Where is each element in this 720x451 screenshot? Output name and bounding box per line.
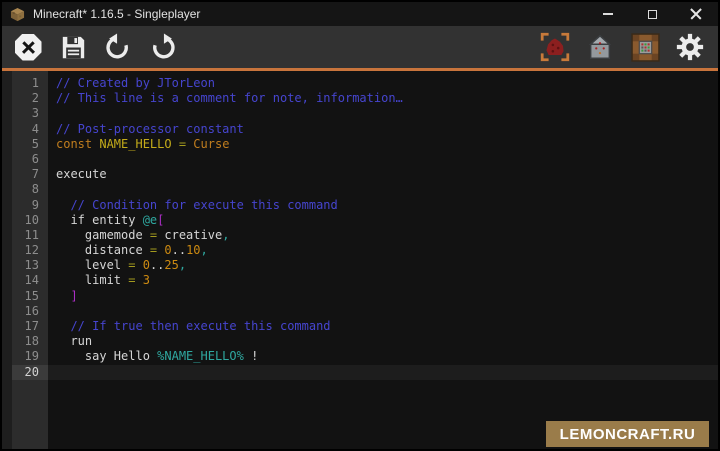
close-button[interactable] [674, 2, 718, 26]
code-lines: 1// Created by JTorLeon2// This line is … [2, 71, 718, 380]
line-number: 9 [2, 198, 48, 213]
code-line-9[interactable]: 9 // Condition for execute this command [2, 198, 718, 213]
code-line-14[interactable]: 14 limit = 3 [2, 273, 718, 288]
code-text [48, 106, 718, 121]
line-number: 16 [2, 304, 48, 319]
minimize-icon [603, 13, 613, 15]
line-number: 11 [2, 228, 48, 243]
code-line-7[interactable]: 7execute [2, 167, 718, 182]
code-text [48, 365, 718, 380]
code-line-12[interactable]: 12 distance = 0..10, [2, 243, 718, 258]
code-line-15[interactable]: 15 ] [2, 289, 718, 304]
maximize-button[interactable] [630, 2, 674, 26]
code-line-19[interactable]: 19 say Hello %NAME_HELLO% ! [2, 349, 718, 364]
code-line-17[interactable]: 17 // If true then execute this command [2, 319, 718, 334]
code-text: // If true then execute this command [48, 319, 718, 334]
save-button[interactable] [57, 31, 89, 63]
code-editor[interactable]: 1// Created by JTorLeon2// This line is … [2, 71, 718, 451]
window-title: Minecraft* 1.16.5 - Singleplayer [33, 7, 586, 21]
code-line-6[interactable]: 6 [2, 152, 718, 167]
code-line-3[interactable]: 3 [2, 106, 718, 121]
code-text: execute [48, 167, 718, 182]
code-text [48, 182, 718, 197]
redo-button[interactable] [147, 31, 179, 63]
crafting-table-button[interactable] [629, 31, 661, 63]
code-line-2[interactable]: 2// This line is a comment for note, inf… [2, 91, 718, 106]
line-number: 5 [2, 137, 48, 152]
code-line-8[interactable]: 8 [2, 182, 718, 197]
code-text: level = 0..25, [48, 258, 718, 273]
code-line-11[interactable]: 11 gamemode = creative, [2, 228, 718, 243]
code-text: if entity @e[ [48, 213, 718, 228]
close-project-icon [15, 34, 42, 61]
settings-gear-icon [675, 32, 705, 62]
line-number: 7 [2, 167, 48, 182]
save-icon [60, 34, 87, 61]
line-number: 18 [2, 334, 48, 349]
code-line-10[interactable]: 10 if entity @e[ [2, 213, 718, 228]
line-number: 14 [2, 273, 48, 288]
maximize-icon [648, 10, 657, 19]
line-number: 17 [2, 319, 48, 334]
code-line-18[interactable]: 18 run [2, 334, 718, 349]
redstone-target-button[interactable] [539, 31, 571, 63]
line-number: 2 [2, 91, 48, 106]
code-text: gamemode = creative, [48, 228, 718, 243]
undo-button[interactable] [102, 31, 134, 63]
line-number: 10 [2, 213, 48, 228]
line-number: 1 [2, 76, 48, 91]
code-text: say Hello %NAME_HELLO% ! [48, 349, 718, 364]
title-bar: Minecraft* 1.16.5 - Singleplayer [2, 2, 718, 26]
code-text: limit = 3 [48, 273, 718, 288]
code-text: run [48, 334, 718, 349]
code-text [48, 152, 718, 167]
toolbar [2, 26, 718, 68]
settings-button[interactable] [674, 31, 706, 63]
code-text: // Condition for execute this command [48, 198, 718, 213]
code-text: distance = 0..10, [48, 243, 718, 258]
line-number: 6 [2, 152, 48, 167]
code-line-20[interactable]: 20 [2, 365, 718, 380]
line-number: 8 [2, 182, 48, 197]
crafting-table-icon [630, 32, 661, 63]
code-line-16[interactable]: 16 [2, 304, 718, 319]
line-number: 13 [2, 258, 48, 273]
code-text: // This line is a comment for note, info… [48, 91, 718, 106]
line-number: 4 [2, 122, 48, 137]
line-number: 15 [2, 289, 48, 304]
home-icon [586, 33, 614, 61]
home-button[interactable] [584, 31, 616, 63]
undo-icon [104, 33, 132, 61]
code-line-1[interactable]: 1// Created by JTorLeon [2, 76, 718, 91]
code-line-5[interactable]: 5const NAME_HELLO = Curse [2, 137, 718, 152]
toolbar-right-group [539, 31, 706, 63]
code-text: const NAME_HELLO = Curse [48, 137, 718, 152]
line-number: 3 [2, 106, 48, 121]
line-number: 19 [2, 349, 48, 364]
redstone-target-icon [539, 31, 571, 63]
redo-icon [149, 33, 177, 61]
code-line-4[interactable]: 4// Post-processor constant [2, 122, 718, 137]
close-icon [690, 8, 702, 20]
code-line-13[interactable]: 13 level = 0..25, [2, 258, 718, 273]
minimize-button[interactable] [586, 2, 630, 26]
line-number: 12 [2, 243, 48, 258]
code-text: // Created by JTorLeon [48, 76, 718, 91]
line-number: 20 [2, 365, 48, 380]
watermark-banner: LEMONCRAFT.RU [546, 421, 709, 447]
minecraft-block-icon [10, 7, 25, 22]
code-text [48, 304, 718, 319]
app-window: Minecraft* 1.16.5 - Singleplayer [0, 0, 720, 451]
code-text: // Post-processor constant [48, 122, 718, 137]
toolbar-left-group [12, 31, 179, 63]
code-text: ] [48, 289, 718, 304]
close-project-button[interactable] [12, 31, 44, 63]
